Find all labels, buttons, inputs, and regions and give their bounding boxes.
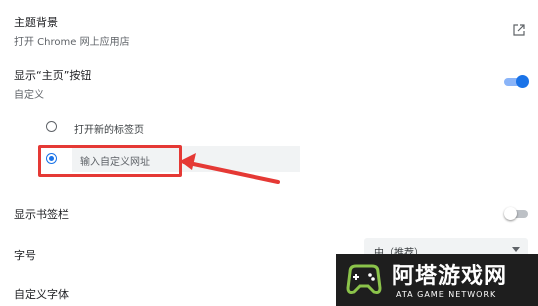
theme-subtitle[interactable]: 打开 Chrome 网上应用店 bbox=[14, 33, 130, 48]
gamepad-icon bbox=[346, 264, 382, 294]
bookmarks-bar-toggle[interactable] bbox=[504, 207, 528, 221]
watermark-logo: 阿塔游戏网 ATA GAME NETWORK bbox=[336, 254, 538, 306]
home-button-title: 显示“主页”按钮 bbox=[14, 69, 92, 82]
custom-fonts-title[interactable]: 自定义字体 bbox=[14, 286, 69, 302]
font-size-title: 字号 bbox=[14, 249, 36, 262]
bookmarks-bar-title: 显示书签栏 bbox=[14, 208, 69, 221]
annotation-arrow bbox=[180, 153, 280, 184]
radio-new-tab[interactable] bbox=[46, 121, 57, 132]
annotation-highlight-box bbox=[38, 145, 182, 177]
theme-title: 主题背景 bbox=[14, 16, 58, 29]
chevron-down-icon bbox=[512, 247, 520, 252]
home-button-subtitle: 自定义 bbox=[14, 90, 44, 101]
home-button-toggle[interactable] bbox=[504, 75, 529, 89]
open-external-icon[interactable] bbox=[512, 22, 526, 36]
watermark-name: 阿塔游戏网 bbox=[392, 264, 508, 289]
watermark-subtitle: ATA GAME NETWORK bbox=[396, 290, 497, 299]
radio-new-tab-label: 打开新的标签页 bbox=[74, 125, 144, 136]
